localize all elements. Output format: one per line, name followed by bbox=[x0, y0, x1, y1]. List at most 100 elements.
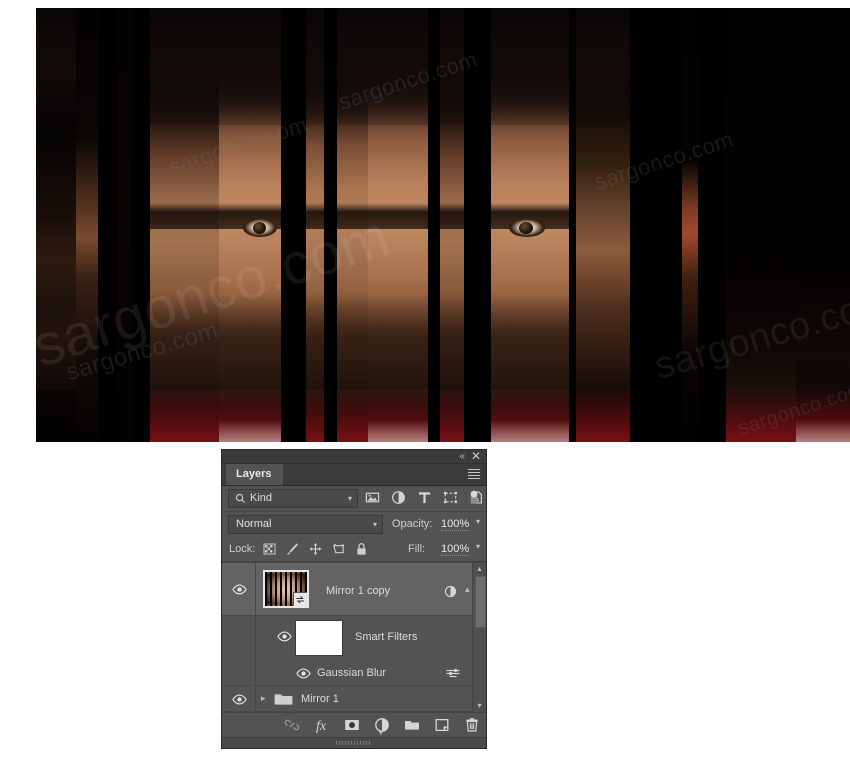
eye-icon bbox=[296, 668, 311, 679]
layer-thumbnail[interactable] bbox=[263, 570, 309, 608]
layer-column-divider bbox=[255, 686, 256, 711]
photo-slice bbox=[219, 8, 281, 442]
search-icon bbox=[235, 493, 245, 503]
panel-menu-icon[interactable] bbox=[468, 469, 480, 480]
chevron-up-icon[interactable]: ▴ bbox=[465, 584, 470, 595]
table-row[interactable]: Smart Filters bbox=[222, 616, 486, 660]
smart-filters-label: Smart Filters bbox=[355, 631, 418, 643]
layer-column-divider bbox=[255, 660, 256, 685]
smart-filters-visibility-toggle[interactable] bbox=[277, 631, 292, 645]
photo-canvas[interactable]: sargonco.com sargonco.com sargonco.com s… bbox=[36, 8, 850, 442]
filter-kind-select[interactable]: Kind ▾ bbox=[228, 489, 358, 508]
chevron-down-icon[interactable]: ▾ bbox=[373, 516, 377, 533]
opacity-label: Opacity: bbox=[392, 518, 433, 530]
filter-pixel-icon[interactable] bbox=[365, 490, 380, 505]
fill-value[interactable]: 100% bbox=[441, 543, 470, 556]
layer-visibility-toggle[interactable] bbox=[232, 584, 250, 598]
folder-icon[interactable] bbox=[274, 692, 293, 706]
layer-column-divider bbox=[255, 563, 256, 615]
panel-tab-row: Layers bbox=[222, 464, 486, 486]
layers-panel-toolbar: fx ▾ bbox=[222, 712, 486, 737]
group-visibility-toggle[interactable] bbox=[232, 694, 250, 708]
layer-column-divider bbox=[255, 616, 256, 660]
lock-all-icon[interactable] bbox=[355, 542, 368, 556]
photo-bar bbox=[569, 8, 576, 442]
eye-icon bbox=[232, 694, 247, 705]
panel-titlebar: « ✕ bbox=[222, 450, 486, 464]
table-row[interactable]: Gaussian Blur bbox=[222, 660, 486, 686]
new-layer-icon[interactable] bbox=[434, 717, 450, 733]
chevron-down-icon[interactable]: ▾ bbox=[348, 490, 352, 507]
folder-icon[interactable] bbox=[404, 717, 420, 733]
photo-slice bbox=[576, 8, 630, 442]
opacity-chevron-down-icon[interactable]: ▾ bbox=[476, 517, 480, 526]
scroll-up-chevron-icon[interactable]: ▴ bbox=[473, 563, 486, 575]
tab-layers[interactable]: Layers bbox=[226, 464, 284, 485]
photo-bar bbox=[630, 8, 682, 442]
fill-chevron-down-icon[interactable]: ▾ bbox=[476, 542, 480, 551]
gaussian-blur-visibility-toggle[interactable] bbox=[296, 668, 311, 682]
chevron-down-icon[interactable]: ▾ bbox=[379, 729, 383, 737]
photo-slice bbox=[491, 8, 569, 442]
smart-object-badge bbox=[293, 592, 307, 606]
table-row[interactable]: Mirror 1 copy ▴ bbox=[222, 563, 486, 616]
filter-toggle-icon[interactable] bbox=[469, 490, 479, 506]
double-chevron-left-icon[interactable]: « bbox=[459, 451, 465, 462]
group-name: Mirror 1 bbox=[301, 693, 339, 705]
chevron-right-icon[interactable]: ▸ bbox=[261, 693, 266, 704]
blend-mode-select[interactable]: Normal ▾ bbox=[228, 515, 383, 534]
filter-shape-icon[interactable] bbox=[443, 490, 458, 505]
layers-panel[interactable]: « ✕ Layers Kind ▾ Normal ▾ Opacity: 100%… bbox=[221, 449, 487, 749]
close-icon[interactable]: ✕ bbox=[471, 450, 481, 462]
filter-name: Gaussian Blur bbox=[317, 667, 387, 679]
layer-list-scrollbar[interactable]: ▴ ▾ bbox=[472, 563, 486, 712]
filter-adjustment-icon[interactable] bbox=[391, 490, 406, 505]
grip-marks bbox=[336, 741, 372, 745]
opacity-value[interactable]: 100% bbox=[441, 518, 470, 531]
svg-text:fx: fx bbox=[316, 719, 327, 733]
fill-label: Fill: bbox=[408, 543, 426, 555]
panel-resize-grip[interactable] bbox=[222, 737, 486, 748]
lock-label: Lock: bbox=[229, 543, 256, 555]
lock-position-icon[interactable] bbox=[309, 542, 322, 556]
photo-bar bbox=[698, 8, 726, 442]
blend-mode-row: Normal ▾ Opacity: 100% ▾ bbox=[222, 512, 486, 538]
photo-slice bbox=[368, 8, 428, 442]
link-icon[interactable] bbox=[284, 717, 300, 733]
photo-bar bbox=[281, 8, 306, 442]
lock-artboard-icon[interactable] bbox=[332, 542, 345, 556]
photo-bar bbox=[428, 8, 440, 442]
eye-icon bbox=[277, 631, 292, 642]
smart-object-glyph bbox=[296, 596, 304, 604]
eye-icon bbox=[232, 584, 247, 595]
filter-type-icon[interactable] bbox=[417, 490, 432, 505]
trash-icon[interactable] bbox=[464, 717, 480, 733]
photo-slice bbox=[726, 8, 796, 442]
filter-options-icon[interactable] bbox=[446, 668, 460, 679]
layers-toolbar-icons: fx ▾ bbox=[284, 717, 480, 737]
fx-icon[interactable]: fx bbox=[314, 717, 330, 733]
layer-list[interactable]: Mirror 1 copy ▴ Smart Filters Gaussian B… bbox=[222, 562, 486, 712]
lock-paint-icon[interactable] bbox=[286, 542, 299, 556]
lock-row: Lock: Fill: 100% ▾ bbox=[222, 538, 486, 562]
photo-bar bbox=[132, 8, 150, 442]
photo-slice bbox=[306, 8, 368, 442]
table-row[interactable]: ▸ Mirror 1 bbox=[222, 686, 486, 712]
adjustment-icon[interactable]: ▾ bbox=[374, 717, 390, 737]
photo-bar bbox=[324, 8, 337, 442]
photo-slice bbox=[796, 8, 850, 442]
filter-kind-label: Kind bbox=[250, 492, 273, 504]
smart-filter-icon[interactable] bbox=[444, 585, 457, 598]
lock-icon-group bbox=[263, 542, 368, 556]
mask-icon[interactable] bbox=[344, 717, 360, 733]
layer-filter-row: Kind ▾ bbox=[222, 486, 486, 512]
scroll-down-chevron-icon[interactable]: ▾ bbox=[473, 700, 486, 712]
photo-slice bbox=[149, 8, 219, 442]
scrollbar-thumb[interactable] bbox=[475, 576, 486, 628]
lock-transparency-icon[interactable] bbox=[263, 542, 276, 556]
filter-type-icons bbox=[365, 490, 484, 505]
photo-bar bbox=[464, 8, 491, 442]
smart-filter-mask-thumbnail[interactable] bbox=[295, 620, 343, 656]
photo-slice bbox=[682, 8, 698, 442]
layer-name: Mirror 1 copy bbox=[326, 585, 391, 597]
